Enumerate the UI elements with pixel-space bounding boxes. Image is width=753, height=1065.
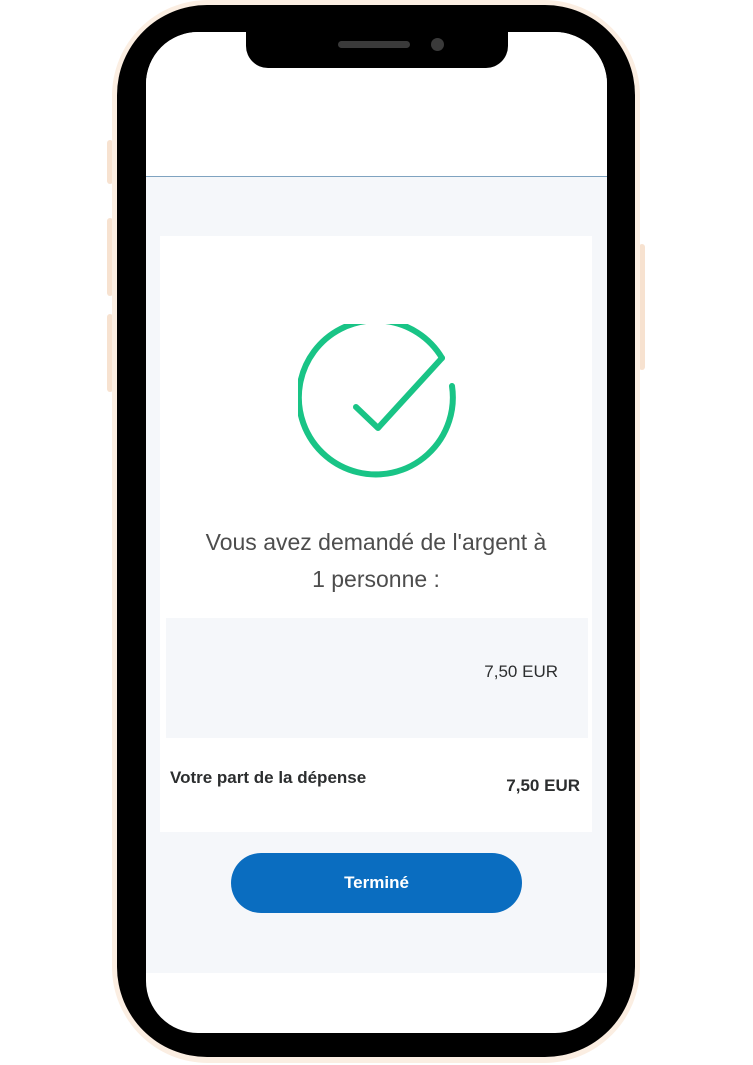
confirmation-message: Vous avez demandé de l'argent à 1 person… [160,524,592,598]
device-mockup: Vous avez demandé de l'argent à 1 person… [0,0,753,1065]
recipient-row: 7,50 EUR [166,618,588,738]
recipient-amount: 7,50 EUR [484,662,558,681]
confirmation-message-line2: 1 personne : [312,566,440,592]
front-camera [431,38,444,51]
share-label: Votre part de la dépense [170,768,367,787]
phone-screen: Vous avez demandé de l'argent à 1 person… [146,32,607,1033]
done-button[interactable]: Terminé [231,853,522,913]
share-amount: 7,50 EUR [506,776,580,795]
speaker-grille [338,41,410,48]
confirmation-message-line1: Vous avez demandé de l'argent à [205,529,547,555]
phone-notch [246,28,508,68]
confirmation-card: Vous avez demandé de l'argent à 1 person… [160,236,592,832]
checkmark-circle-icon [298,324,456,478]
